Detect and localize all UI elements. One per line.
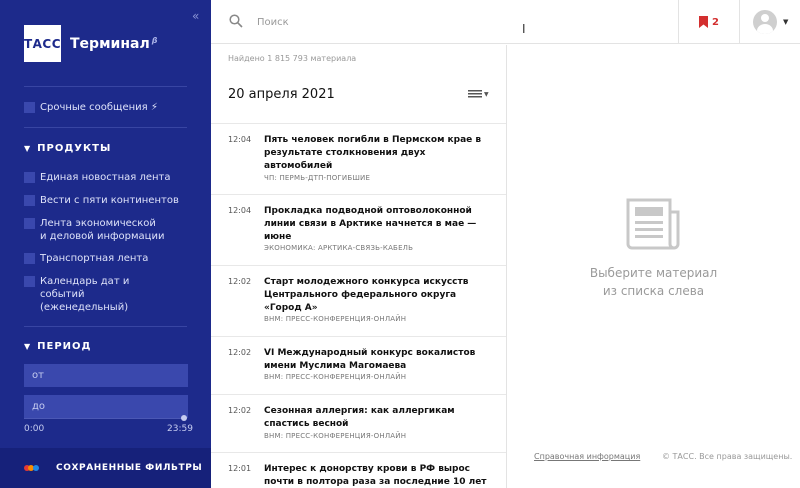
list-item[interactable]: 12:01 Интерес к донорству крови в РФ выр…	[211, 452, 506, 488]
period-heading[interactable]: ▼ ПЕРИОД	[24, 341, 91, 352]
collapse-sidebar-icon[interactable]: «	[192, 9, 199, 23]
checkbox-box[interactable]	[24, 253, 35, 264]
saved-filters-button[interactable]: СОХРАНЕННЫЕ ФИЛЬТРЫ	[0, 448, 211, 488]
product-label: Единая новостная лента	[40, 172, 171, 183]
product-label: Вести с пяти континентов	[40, 195, 179, 206]
time-slider-handle[interactable]	[181, 415, 187, 421]
item-title[interactable]: Пять человек погибли в Пермском крае в р…	[264, 134, 492, 173]
time-slider-track[interactable]	[24, 418, 184, 419]
news-list: Найдено 1 815 793 материала 20 апреля 20…	[211, 45, 507, 488]
caret-down-icon: ▼	[24, 144, 32, 153]
product-checkbox[interactable]: Календарь дат и событий (еженедельный)	[24, 275, 165, 314]
text-cursor-icon: I	[522, 22, 526, 36]
copyright: © ТАСС. Все права защищены.	[662, 452, 793, 461]
divider	[24, 326, 187, 327]
caret-down-icon: ▼	[484, 90, 489, 98]
products-heading[interactable]: ▼ ПРОДУКТЫ	[24, 143, 111, 154]
results-count: Найдено 1 815 793 материала	[228, 54, 357, 63]
reference-info-link[interactable]: Справочная информация	[534, 452, 640, 461]
sidebar: « ТАСС Терминал β Срочные сообщения ⚡︎ ▼ П…	[0, 0, 211, 488]
item-tags: ВНМ: ПРЕСС-КОНФЕРЕНЦИЯ-ОНЛАЙН	[264, 315, 407, 323]
item-title[interactable]: Сезонная аллергия: как аллергикам спасти…	[264, 405, 492, 431]
item-time: 12:02	[228, 277, 252, 286]
divider	[24, 86, 187, 87]
newspaper-icon	[626, 198, 680, 250]
filters-dots-icon	[24, 465, 40, 471]
bookmarks-count: 2	[712, 16, 719, 28]
search-input[interactable]	[257, 13, 637, 31]
brand[interactable]: ТАСС Терминал β	[24, 25, 157, 62]
product-label: Календарь дат и событий (еженедельный)	[40, 276, 130, 313]
urgent-label: Срочные сообщения ⚡︎	[40, 102, 158, 113]
checkbox-box[interactable]	[24, 218, 35, 229]
bookmarks-button[interactable]: 2	[678, 0, 740, 44]
item-tags: ВНМ: ПРЕСС-КОНФЕРЕНЦИЯ-ОНЛАЙН	[264, 373, 407, 381]
checkbox-box[interactable]	[24, 172, 35, 183]
product-checkbox[interactable]: Единая новостная лента	[24, 171, 180, 184]
item-title[interactable]: VI Международный конкурс вокалистов имен…	[264, 347, 492, 373]
item-time: 12:04	[228, 206, 252, 215]
time-end: 23:59	[167, 424, 193, 434]
user-menu[interactable]: ▼	[753, 10, 788, 34]
date-to-field[interactable]: до	[24, 395, 188, 418]
checkbox-box[interactable]	[24, 276, 35, 287]
time-start: 0:00	[24, 424, 45, 434]
list-view-icon	[468, 90, 482, 98]
item-title[interactable]: Интерес к донорству крови в РФ вырос поч…	[264, 463, 492, 488]
item-tags: ВНМ: ПРЕСС-КОНФЕРЕНЦИЯ-ОНЛАЙН	[264, 432, 407, 440]
item-time: 12:01	[228, 464, 252, 473]
list-item[interactable]: 12:02 VI Международный конкурс вокалисто…	[211, 336, 506, 394]
checkbox-box[interactable]	[24, 195, 35, 206]
urgent-checkbox[interactable]: Срочные сообщения ⚡︎	[24, 101, 158, 114]
caret-down-icon: ▼	[24, 342, 32, 351]
product-checkbox[interactable]: Вести с пяти континентов	[24, 194, 180, 207]
search-icon	[229, 14, 243, 28]
topbar: I 2 ▼	[211, 0, 800, 44]
tass-logo: ТАСС	[24, 25, 61, 62]
item-tags: ЧП: ПЕРМЬ-ДТП-ПОГИБШИЕ	[264, 174, 371, 182]
avatar[interactable]	[753, 10, 777, 34]
list-item[interactable]: 12:04 Пять человек погибли в Пермском кр…	[211, 123, 506, 194]
product-checkbox[interactable]: Лента экономической и деловой информации	[24, 217, 165, 243]
item-time: 12:02	[228, 348, 252, 357]
item-tags: ЭКОНОМИКА: АРКТИКА-СВЯЗЬ-КАБЕЛЬ	[264, 244, 414, 252]
product-checkbox[interactable]: Транспортная лента	[24, 252, 180, 265]
product-label: Транспортная лента	[40, 253, 149, 264]
product-label: Лента экономической и деловой информации	[40, 218, 165, 242]
detail-pane: Выберите материал из списка слева Справо…	[507, 45, 800, 488]
item-time: 12:04	[228, 135, 252, 144]
chevron-down-icon: ▼	[783, 18, 789, 26]
saved-filters-label: СОХРАНЕННЫЕ ФИЛЬТРЫ	[56, 463, 203, 473]
sort-menu-button[interactable]: ▼	[468, 90, 489, 98]
date-from-field[interactable]: от	[24, 364, 188, 387]
date-heading: 20 апреля 2021	[228, 87, 335, 102]
lightning-icon: ⚡︎	[150, 102, 158, 113]
empty-state-message: Выберите материал из списка слева	[589, 266, 718, 298]
app-title: Терминал β	[70, 35, 158, 52]
divider	[24, 127, 187, 128]
list-item[interactable]: 12:02 Сезонная аллергия: как аллергикам …	[211, 394, 506, 452]
item-time: 12:02	[228, 406, 252, 415]
checkbox-box[interactable]	[24, 102, 35, 113]
list-item[interactable]: 12:04 Прокладка подводной оптоволоконной…	[211, 194, 506, 265]
list-item[interactable]: 12:02 Старт молодежного конкурса искусст…	[211, 265, 506, 336]
bookmark-icon	[699, 16, 709, 28]
item-title[interactable]: Старт молодежного конкурса искусств Цент…	[264, 276, 492, 315]
beta-mark: β	[151, 35, 158, 45]
item-title[interactable]: Прокладка подводной оптоволоконной линии…	[264, 205, 492, 244]
